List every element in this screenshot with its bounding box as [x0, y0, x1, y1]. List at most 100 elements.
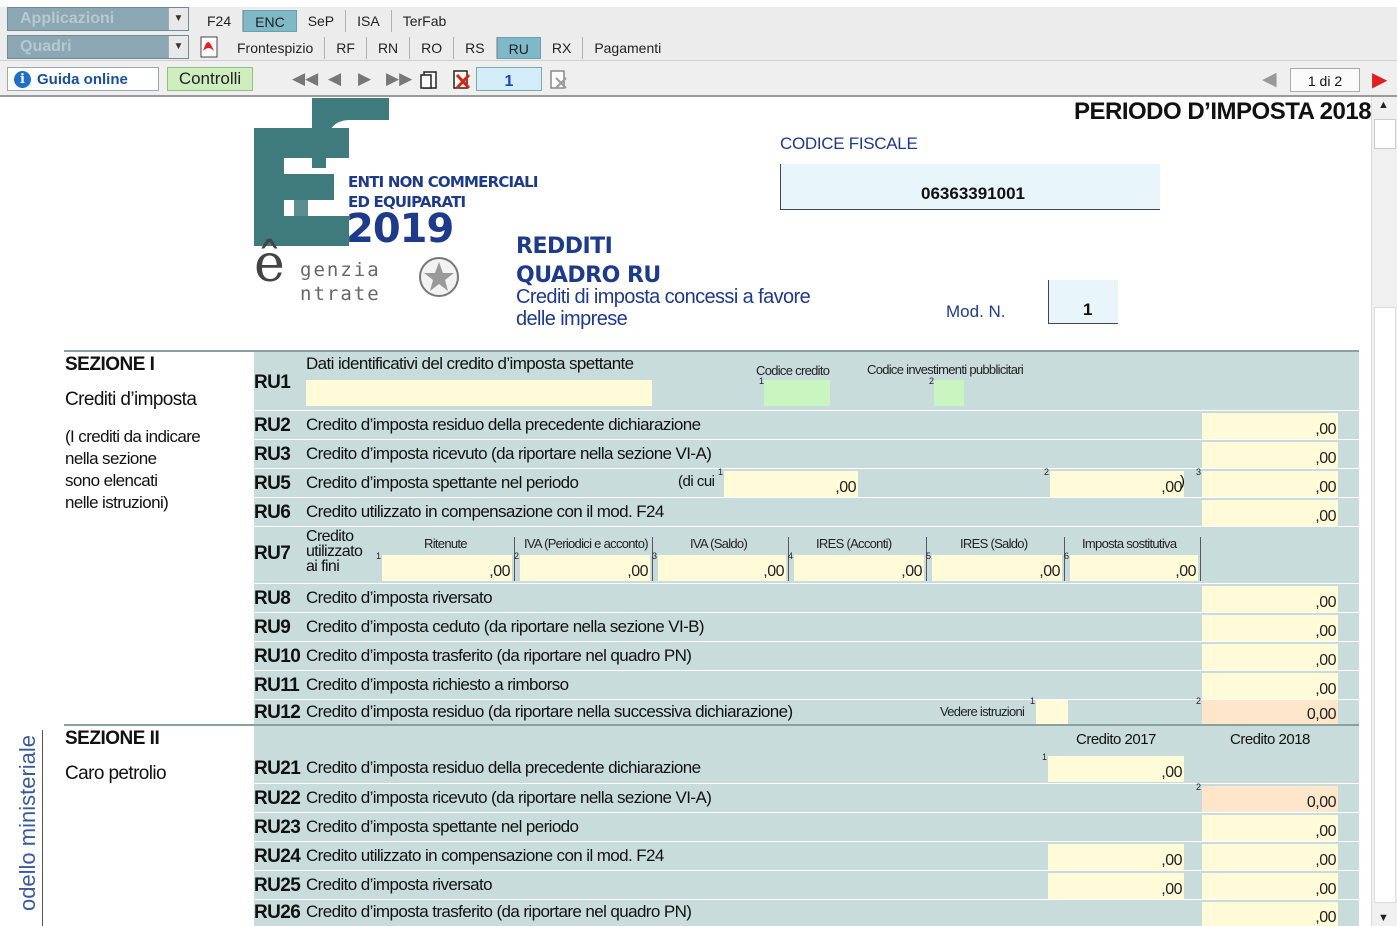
previous-sheet-icon[interactable]: ◀	[1262, 68, 1277, 91]
applicazioni-combo[interactable]: Applicazioni ▼	[7, 7, 189, 31]
tab-f24[interactable]: F24	[196, 10, 244, 32]
ru7-ires-saldo-input[interactable]: 5,00	[926, 551, 1062, 581]
mod-n-label: Mod. N.	[946, 302, 1006, 321]
tab-ru[interactable]: RU	[496, 37, 541, 59]
new-page-icon[interactable]	[420, 70, 440, 90]
ru3-amount-input[interactable]: ,00	[1202, 442, 1338, 468]
scroll-down-icon[interactable]: ▼	[1378, 912, 1389, 924]
row-code: RU5	[254, 473, 291, 494]
codice-investimenti-input[interactable]: 2	[929, 376, 964, 406]
ru7-col-ires-acconti: IRES (Acconti)	[816, 536, 892, 551]
ru7-col-ires-saldo: IRES (Saldo)	[960, 536, 1028, 551]
first-page-icon[interactable]: ◀◀	[292, 69, 318, 89]
agenzia-entrate-logo: ê genzia ntrate	[254, 238, 381, 306]
ru10-amount-input[interactable]: ,00	[1202, 644, 1338, 670]
ru5-amount-input[interactable]: 3,00	[1196, 467, 1338, 497]
pdf-icon[interactable]	[198, 35, 220, 59]
chevron-down-icon[interactable]: ▼	[168, 36, 188, 58]
ru7-ritenute-input[interactable]: 1,00	[376, 551, 512, 581]
row-ru11: RU11 Credito d’imposta richiesto a rimbo…	[254, 670, 1359, 699]
quadri-combo[interactable]: Quadri ▼	[7, 35, 189, 59]
codice-credito-input[interactable]: 1	[759, 376, 830, 406]
ru25-credito-2018-input[interactable]: ,00	[1202, 873, 1338, 899]
vedere-istruzioni-label: Vedere istruzioni	[940, 704, 1025, 719]
tab-frontespizio[interactable]: Frontespizio	[226, 37, 326, 59]
tab-pagamenti[interactable]: Pagamenti	[583, 37, 672, 59]
row-code: RU23	[254, 817, 301, 838]
ru5-di-cui-1-input[interactable]: 1,00	[718, 467, 858, 497]
agenzia-word-1: genzia	[300, 259, 381, 281]
sezione-2-subtitle: Caro petrolio	[65, 763, 167, 784]
amount-value: ,00	[763, 563, 784, 580]
redditi-heading: REDDITI	[516, 234, 613, 259]
scroll-track[interactable]	[1374, 307, 1396, 903]
modello-ministeriale-label: odello ministeriale	[15, 734, 41, 912]
row-ru9: RU9 Credito d’imposta ceduto (da riporta…	[254, 612, 1359, 641]
previous-page-icon[interactable]: ◀	[328, 69, 341, 89]
tab-enc[interactable]: ENC	[243, 10, 297, 32]
ru2-amount-input[interactable]: ,00	[1202, 413, 1338, 439]
ru9-amount-input[interactable]: ,00	[1202, 615, 1338, 641]
chevron-down-icon[interactable]: ▼	[168, 8, 188, 30]
amount-value: ,00	[1315, 450, 1336, 467]
row-ru6: RU6 Credito utilizzato in compensazione …	[254, 497, 1359, 526]
amount-value: ,00	[1315, 881, 1336, 898]
ru23-credito-2018-input[interactable]: ,00	[1202, 815, 1338, 841]
guida-online-button[interactable]: i Guida online	[7, 67, 159, 91]
ru12-istruzioni-input[interactable]: 1	[1030, 696, 1068, 724]
codice-fiscale-field[interactable]: 06363391001	[780, 164, 1160, 210]
row-ru12: RU12 Credito d’imposta residuo (da ripor…	[254, 696, 1359, 724]
ru21-credito-2017-input[interactable]: 1,00	[1042, 752, 1184, 782]
page-number-input[interactable]: 1	[476, 67, 542, 91]
ru11-amount-input[interactable]: ,00	[1202, 673, 1338, 699]
ru7-iva-saldo-input[interactable]: 3,00	[652, 551, 786, 581]
mod-n-field[interactable]: 1	[1048, 280, 1118, 324]
tab-rf[interactable]: RF	[325, 37, 367, 59]
ru8-amount-input[interactable]: ,00	[1202, 586, 1338, 612]
ru24-credito-2017-input[interactable]: ,00	[1048, 844, 1184, 870]
tab-rs[interactable]: RS	[454, 37, 497, 59]
vertical-scrollbar[interactable]: ▲ ▼	[1371, 97, 1397, 926]
ru7-imposta-sostitutiva-input[interactable]: 6,00	[1064, 551, 1198, 581]
ru7-iva-periodici-input[interactable]: 2,00	[514, 551, 650, 581]
row-description: Credito d’imposta residuo (da riportare …	[306, 702, 793, 721]
next-sheet-icon[interactable]: ▶	[1372, 67, 1387, 92]
row-ru21: RU21 Credito d’imposta residuo della pre…	[254, 752, 1359, 783]
tab-rn[interactable]: RN	[367, 37, 411, 59]
amount-value: 0,00	[1306, 794, 1337, 811]
row-description: Credito d’imposta spettante nel periodo	[306, 473, 579, 492]
ru7-ires-acconti-input[interactable]: 4,00	[788, 551, 924, 581]
scroll-up-icon[interactable]: ▲	[1378, 99, 1389, 111]
controlli-button[interactable]: Controlli	[167, 67, 253, 91]
ru1-identificativi-input[interactable]	[306, 380, 652, 406]
amount-value: ,00	[1039, 563, 1060, 580]
tab-ro[interactable]: RO	[410, 37, 455, 59]
ru6-amount-input[interactable]: ,00	[1202, 500, 1338, 526]
row-code: RU24	[254, 846, 301, 867]
navigation-toolbar: i Guida online Controlli ◀◀ ◀ ▶ ▶▶ 1 ◀ 1…	[0, 61, 1397, 97]
row-code: RU7	[254, 543, 291, 564]
tab-terfab[interactable]: TerFab	[392, 10, 458, 32]
goto-page-icon[interactable]	[548, 69, 570, 91]
tab-rx[interactable]: RX	[541, 37, 584, 59]
tab-sep[interactable]: SeP	[297, 10, 347, 32]
last-page-icon[interactable]: ▶▶	[386, 69, 412, 89]
ru12-amount-input[interactable]: 2 0,00	[1196, 696, 1338, 724]
ru24-credito-2018-input[interactable]: ,00	[1202, 844, 1338, 870]
amount-value: ,00	[1161, 764, 1182, 781]
ru26-credito-2018-input[interactable]: ,00	[1202, 902, 1338, 926]
tab-isa[interactable]: ISA	[346, 10, 392, 32]
ru7-col-imposta-sostitutiva: Imposta sostitutiva	[1082, 536, 1177, 551]
row-description: Credito d’imposta residuo della preceden…	[306, 415, 701, 434]
delete-page-icon[interactable]	[451, 69, 473, 91]
ru5-di-cui-2-input[interactable]: 2,00	[1044, 467, 1184, 497]
periodo-imposta: PERIODO D’IMPOSTA 2018	[1074, 98, 1372, 125]
quadri-tabs: Frontespizio RF RN RO RS RU RX Pagamenti	[226, 37, 672, 59]
ru25-credito-2017-input[interactable]: ,00	[1048, 873, 1184, 899]
codice-investimenti-label: Codice investimenti pubblicitari	[867, 362, 1024, 377]
next-page-icon[interactable]: ▶	[358, 69, 371, 89]
row-description: Credito utilizzato in compensazione con …	[306, 846, 664, 865]
ru22-credito-2018-input[interactable]: 2 0,00	[1196, 782, 1338, 812]
scroll-thumb[interactable]	[1374, 119, 1396, 149]
amount-value: ,00	[1315, 594, 1336, 611]
